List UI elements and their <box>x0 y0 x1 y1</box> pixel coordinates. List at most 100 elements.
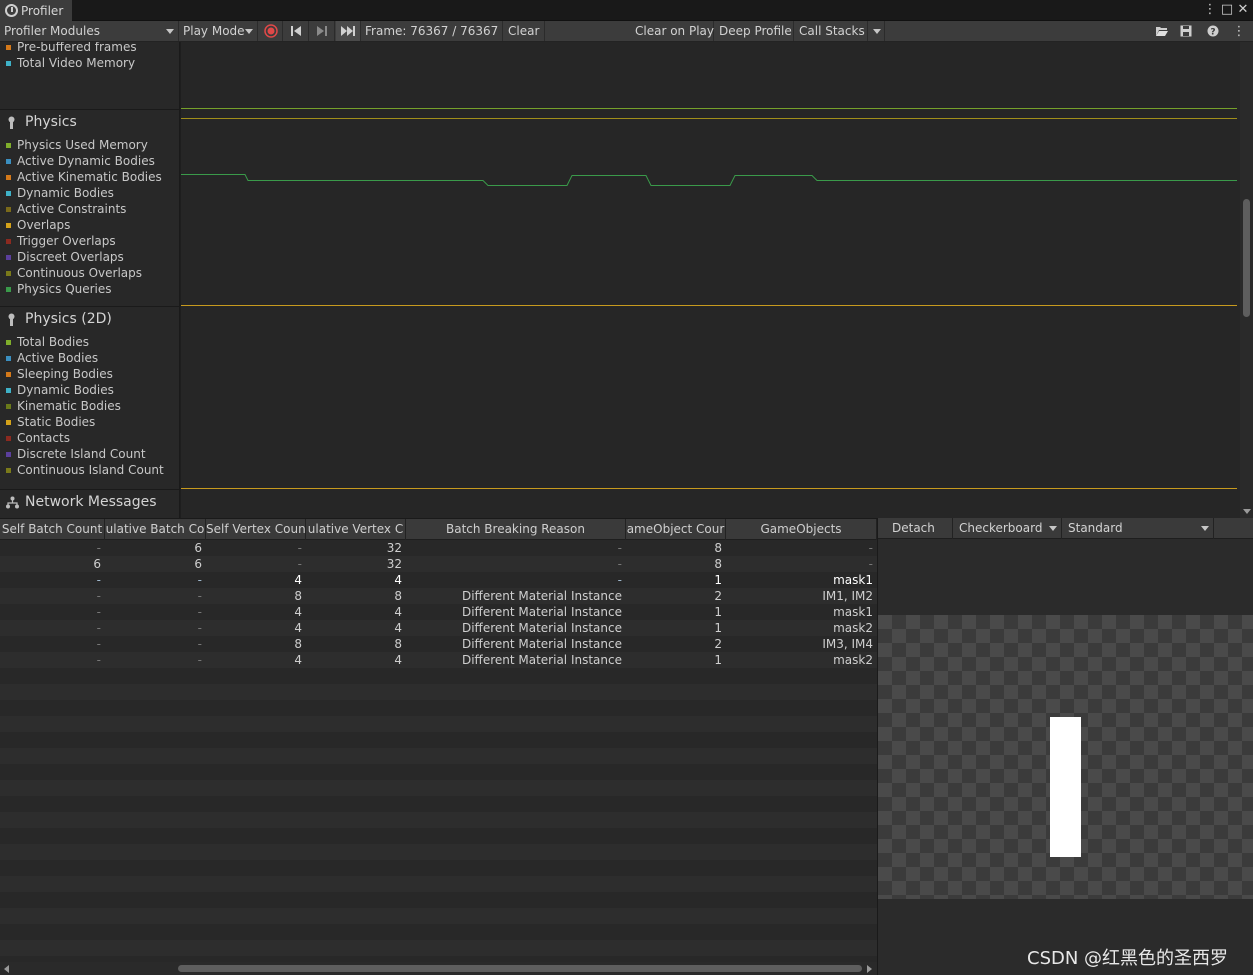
table-row[interactable]: - 6 - 32 - 8 - <box>0 540 877 556</box>
physics-module-header[interactable]: Physics <box>6 114 77 130</box>
profiler-modules-dropdown[interactable]: Profiler Modules <box>0 21 179 41</box>
play-mode-dropdown[interactable]: Play Mode <box>180 21 258 41</box>
column-header[interactable]: ulative Batch Co <box>105 519 206 540</box>
column-header[interactable]: Self Vertex Coun <box>206 519 306 540</box>
load-button[interactable] <box>1152 21 1172 41</box>
more-options-icon[interactable]: ⋮ <box>1231 21 1247 41</box>
table-header: Self Batch Count ulative Batch Co Self Ver… <box>0 519 877 540</box>
table-row[interactable]: - - 8 8 Different Material Instance 2 IM1, IM2 <box>0 588 877 604</box>
table-cell: Different Material Instance <box>461 589 622 603</box>
table-cell: - <box>297 541 302 555</box>
table-row-empty <box>0 940 877 956</box>
legend-item[interactable]: Pre-buffered frames <box>6 42 137 55</box>
legend-item[interactable]: Active Kinematic Bodies <box>6 169 162 185</box>
scroll-right-arrow-icon[interactable] <box>867 965 872 973</box>
table-cell: - <box>96 621 101 635</box>
legend-label: Dynamic Bodies <box>17 186 114 200</box>
chevron-down-icon <box>166 29 174 34</box>
deep-profile-toggle[interactable]: Deep Profile <box>715 21 794 41</box>
table-row[interactable]: - - 4 4 - 1 mask1 <box>0 572 877 588</box>
kebab-menu-icon[interactable]: ⋮ <box>1203 2 1217 18</box>
legend-item[interactable]: Dynamic Bodies <box>6 185 114 201</box>
legend-item[interactable]: Continuous Overlaps <box>6 265 142 281</box>
help-button[interactable]: ? <box>1203 21 1223 41</box>
table-cell: - <box>868 541 873 555</box>
preview-viewport[interactable] <box>878 615 1253 899</box>
scroll-left-arrow-icon[interactable] <box>4 965 9 973</box>
legend-item[interactable]: Physics Used Memory <box>6 137 148 153</box>
table-cell: - <box>96 573 101 587</box>
legend-item[interactable]: Sleeping Bodies <box>6 366 113 382</box>
legend-item[interactable]: Active Constraints <box>6 201 126 217</box>
call-stacks-dropdown[interactable] <box>869 21 885 41</box>
scrollbar-thumb[interactable] <box>178 965 862 972</box>
table-cell: 1 <box>714 573 722 587</box>
call-stacks-toggle[interactable]: Call Stacks <box>795 21 868 41</box>
column-header[interactable]: GameObjects <box>726 519 877 540</box>
physics2d-module-header[interactable]: Physics (2D) <box>6 311 112 327</box>
table-row[interactable]: - - 4 4 Different Material Instance 1 mask1 <box>0 604 877 620</box>
current-frame-button[interactable] <box>336 21 361 41</box>
profiler-tab[interactable]: Profiler <box>0 0 72 21</box>
network-module-header[interactable]: Network Messages <box>6 494 157 510</box>
chart-vertical-scrollbar[interactable] <box>1240 42 1253 518</box>
step-forward-icon <box>317 26 327 36</box>
detach-button[interactable]: Detach <box>878 518 953 539</box>
legend-item[interactable]: Dynamic Bodies <box>6 382 114 398</box>
table-cell: - <box>96 653 101 667</box>
legend-item[interactable]: Active Dynamic Bodies <box>6 153 155 169</box>
maximize-icon[interactable]: □ <box>1220 2 1234 18</box>
table-row-empty <box>0 876 877 892</box>
table-row[interactable]: - - 4 4 Different Material Instance 1 mask2 <box>0 620 877 636</box>
legend-swatch <box>6 435 11 441</box>
table-row[interactable]: - - 8 8 Different Material Instance 2 IM3, IM4 <box>0 636 877 652</box>
background-dropdown[interactable]: Checkerboard <box>953 518 1062 539</box>
legend-label: Static Bodies <box>17 415 96 429</box>
physics2d-module-title: Physics (2D) <box>25 311 112 327</box>
legend-item[interactable]: Total Bodies <box>6 334 89 350</box>
legend-item[interactable]: Overlaps <box>6 217 70 233</box>
legend-label: Contacts <box>17 431 70 445</box>
legend-item[interactable]: Discrete Island Count <box>6 446 146 462</box>
call-stacks-label: Call Stacks <box>799 24 865 38</box>
column-header[interactable]: ameObject Cour <box>626 519 726 540</box>
legend-item[interactable]: Physics Queries <box>6 281 112 297</box>
legend-label: Physics Used Memory <box>17 138 148 152</box>
clear-on-play-toggle[interactable]: Clear on Play <box>632 21 714 41</box>
scroll-down-arrow-icon[interactable] <box>1243 509 1251 514</box>
table-cell: - <box>197 621 202 635</box>
table-cell: 2 <box>714 589 722 603</box>
table-row-empty <box>0 924 877 940</box>
table-cell: 8 <box>294 637 302 651</box>
table-horizontal-scrollbar[interactable] <box>0 962 877 975</box>
deep-profile-label: Deep Profile <box>719 24 792 38</box>
profiler-chart-area[interactable] <box>181 42 1240 518</box>
next-frame-button[interactable] <box>310 21 335 41</box>
legend-item[interactable]: Continuous Island Count <box>6 462 164 478</box>
table-row-empty <box>0 668 877 684</box>
column-header[interactable]: Batch Breaking Reason <box>406 519 626 540</box>
close-icon[interactable]: ✕ <box>1236 2 1250 18</box>
legend-swatch <box>6 254 11 260</box>
legend-item[interactable]: Static Bodies <box>6 414 95 430</box>
legend-item[interactable]: Discreet Overlaps <box>6 249 124 265</box>
legend-item[interactable]: Contacts <box>6 430 70 446</box>
table-row[interactable]: 6 6 - 32 - 8 - <box>0 556 877 572</box>
save-button[interactable] <box>1176 21 1196 41</box>
record-button[interactable] <box>259 21 283 41</box>
column-header[interactable]: Self Batch Count <box>0 519 105 540</box>
legend-item[interactable]: Kinematic Bodies <box>6 398 121 414</box>
clear-button[interactable]: Clear <box>504 21 545 41</box>
legend-item[interactable]: Active Bodies <box>6 350 98 366</box>
legend-item[interactable]: Total Video Memory <box>6 55 135 71</box>
module-divider <box>0 489 179 490</box>
shader-dropdown[interactable]: Standard <box>1062 518 1214 539</box>
column-header[interactable]: ulative Vertex C <box>306 519 406 540</box>
legend-swatch <box>6 238 11 244</box>
previous-frame-button[interactable] <box>284 21 309 41</box>
legend-label: Continuous Overlaps <box>17 266 143 280</box>
legend-swatch <box>6 270 11 276</box>
legend-item[interactable]: Trigger Overlaps <box>6 233 116 249</box>
scrollbar-thumb[interactable] <box>1243 199 1250 317</box>
table-row[interactable]: - - 4 4 Different Material Instance 1 mask2 <box>0 652 877 668</box>
